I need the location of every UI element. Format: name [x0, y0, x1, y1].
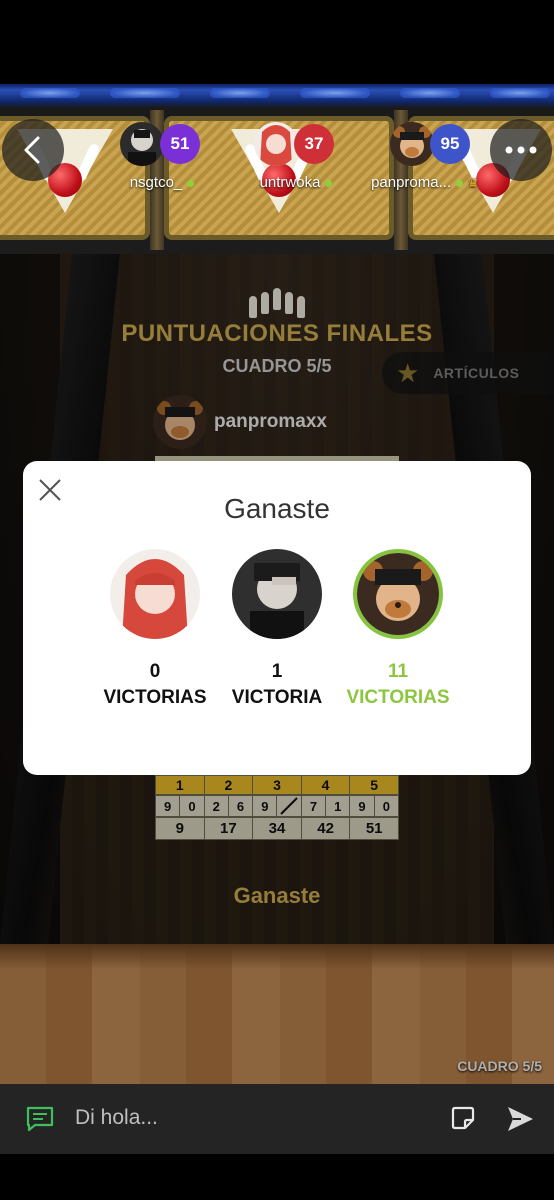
sticker-icon[interactable] — [451, 1106, 475, 1130]
light-strip — [20, 88, 80, 98]
player-result: 11 VICTORIAS — [328, 549, 468, 709]
player-result: 1 VICTORIA — [207, 549, 347, 709]
dialog-title: Ganaste — [224, 493, 330, 524]
light-strip — [300, 88, 370, 98]
light-strip — [110, 88, 180, 98]
wins-count: 0 — [149, 661, 161, 682]
more-button[interactable] — [490, 119, 552, 181]
player-result: 0 VICTORIAS — [85, 549, 225, 709]
online-indicator — [325, 179, 333, 187]
chat-bar: Di hola... — [0, 1084, 554, 1154]
wins-label: VICTORIAS — [103, 687, 207, 708]
chat-input[interactable]: Di hola... — [75, 1106, 158, 1130]
avatar — [390, 122, 434, 166]
chat-icon[interactable] — [26, 1106, 54, 1132]
avatar — [353, 549, 443, 639]
send-icon[interactable] — [505, 1104, 535, 1134]
wins-count: 11 — [387, 661, 409, 682]
results-dialog: Ganaste 0 VICTORIAS 1 VICTORIA 11 VICTOR… — [23, 461, 531, 775]
player-name: panproma... ♛ — [371, 174, 479, 191]
avatar — [232, 549, 322, 639]
more-dots-icon — [505, 146, 537, 154]
avatar — [254, 122, 298, 166]
wins-label: VICTORIA — [231, 687, 323, 708]
player-score: 95 — [430, 124, 470, 164]
player-score: 37 — [294, 124, 334, 164]
nav-area — [0, 1154, 554, 1200]
wins-count: 1 — [271, 661, 283, 682]
player-score: 51 — [160, 124, 200, 164]
online-indicator — [456, 179, 464, 187]
player-name: untrwoka — [236, 174, 356, 191]
wins-label: VICTORIAS — [346, 687, 450, 708]
back-button[interactable] — [2, 119, 64, 181]
player-name: nsgtco_ — [102, 174, 222, 191]
light-strip — [400, 88, 460, 98]
game-header — [0, 84, 554, 254]
avatar — [110, 549, 200, 639]
avatar — [120, 122, 164, 166]
online-indicator — [187, 179, 195, 187]
light-strip — [210, 88, 270, 98]
chevron-left-icon — [24, 136, 40, 164]
light-strip — [490, 88, 550, 98]
crown-icon: ♛ — [467, 175, 479, 190]
status-area — [0, 0, 554, 84]
